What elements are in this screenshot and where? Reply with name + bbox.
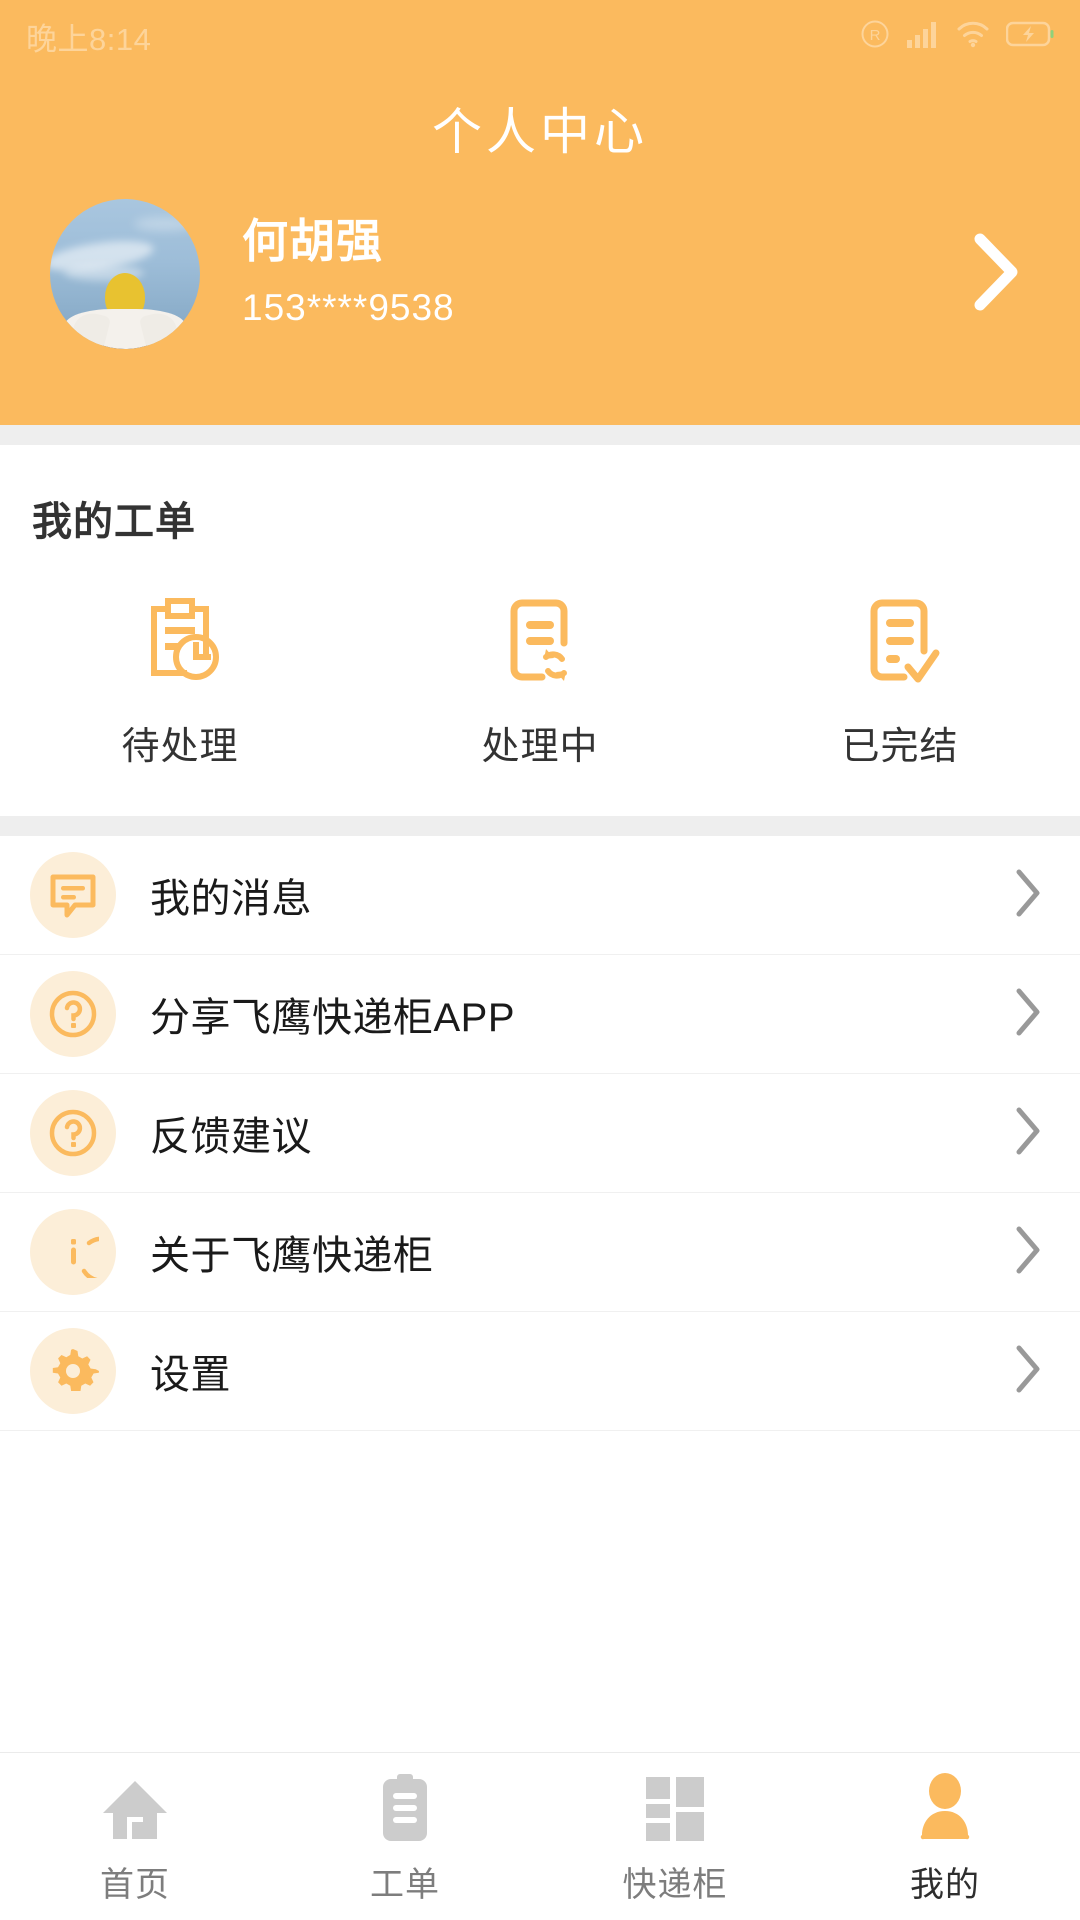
signal-icon [906,20,940,53]
work-orders-row: 待处理 处理中 已完结 [0,547,1080,816]
menu-item-feedback[interactable]: 反馈建议 [0,1074,1080,1193]
page-title: 个人中心 [432,104,648,160]
profile-text: 何胡强 153****9538 [242,213,455,334]
tab-home[interactable]: 首页 [0,1753,270,1920]
gear-icon [30,1328,116,1414]
chevron-right-icon [1012,1342,1044,1401]
menu-list: 我的消息 分享飞鹰快递柜APP 反馈建议 关于飞鹰快递柜 设置 [0,836,1080,1431]
chat-bubble-icon [30,852,116,938]
svg-text:R: R [870,27,881,44]
menu-item-label: 反馈建议 [150,1115,312,1159]
content-filler [0,1431,1080,1752]
tab-work-orders[interactable]: 工单 [270,1753,540,1920]
profile-phone: 153****9538 [242,286,455,328]
menu-item-label: 分享飞鹰快递柜APP [150,996,516,1040]
menu-item-my-messages[interactable]: 我的消息 [0,836,1080,955]
bottom-tab-bar: 首页 工单 快递柜 我的 [0,1752,1080,1920]
section-divider-top [0,425,1080,445]
tab-label: 我的 [910,1866,980,1904]
document-refresh-icon [492,593,588,689]
menu-item-label: 关于飞鹰快递柜 [150,1234,434,1278]
tab-mine[interactable]: 我的 [810,1753,1080,1920]
menu-item-share-app[interactable]: 分享飞鹰快递柜APP [0,955,1080,1074]
menu-item-about[interactable]: 关于飞鹰快递柜 [0,1193,1080,1312]
info-icon [30,1209,116,1295]
locker-grid-icon [642,1767,708,1843]
personal-center-screen: 晚上8:14 R 个人中心 何胡强 153****9538 我的工单 待处理 处… [0,0,1080,1920]
work-order-completed[interactable]: 已完结 [720,593,1080,770]
person-icon [914,1767,976,1843]
tab-locker[interactable]: 快递柜 [540,1753,810,1920]
work-orders-title: 我的工单 [32,500,196,544]
question-mark-icon [30,971,116,1057]
status-bar-icons: R [860,19,1054,54]
work-orders-card: 我的工单 待处理 处理中 已完结 [0,445,1080,816]
document-check-icon [852,593,948,689]
work-order-label: 处理中 [481,726,599,768]
battery-charging-icon [1005,21,1054,52]
tab-label: 工单 [370,1866,440,1904]
wifi-icon [956,20,990,53]
profile-name: 何胡强 [242,215,383,268]
roaming-icon: R [860,19,890,54]
home-icon [99,1767,171,1843]
tab-label: 首页 [100,1866,170,1904]
work-order-label: 已完结 [841,726,959,768]
menu-item-label: 我的消息 [150,877,312,921]
menu-item-settings[interactable]: 设置 [0,1312,1080,1431]
avatar [50,199,200,349]
menu-item-label: 设置 [150,1353,231,1397]
chevron-right-icon [1012,1104,1044,1163]
chevron-right-icon[interactable] [968,227,1024,322]
chevron-right-icon [1012,866,1044,925]
profile-row[interactable]: 何胡强 153****9538 [0,199,1080,419]
tab-label: 快递柜 [622,1866,728,1904]
status-bar: 晚上8:14 R [0,0,1080,72]
work-order-label: 待处理 [121,726,239,768]
chevron-right-icon [1012,985,1044,1044]
clipboard-clock-icon [132,593,228,689]
header: 晚上8:14 R 个人中心 何胡强 153****9538 [0,0,1080,425]
clipboard-icon [375,1767,435,1843]
work-order-processing[interactable]: 处理中 [360,593,720,770]
section-divider-middle [0,816,1080,836]
question-mark-icon [30,1090,116,1176]
work-order-pending[interactable]: 待处理 [0,593,360,770]
chevron-right-icon [1012,1223,1044,1282]
status-bar-time: 晚上8:14 [26,21,152,57]
